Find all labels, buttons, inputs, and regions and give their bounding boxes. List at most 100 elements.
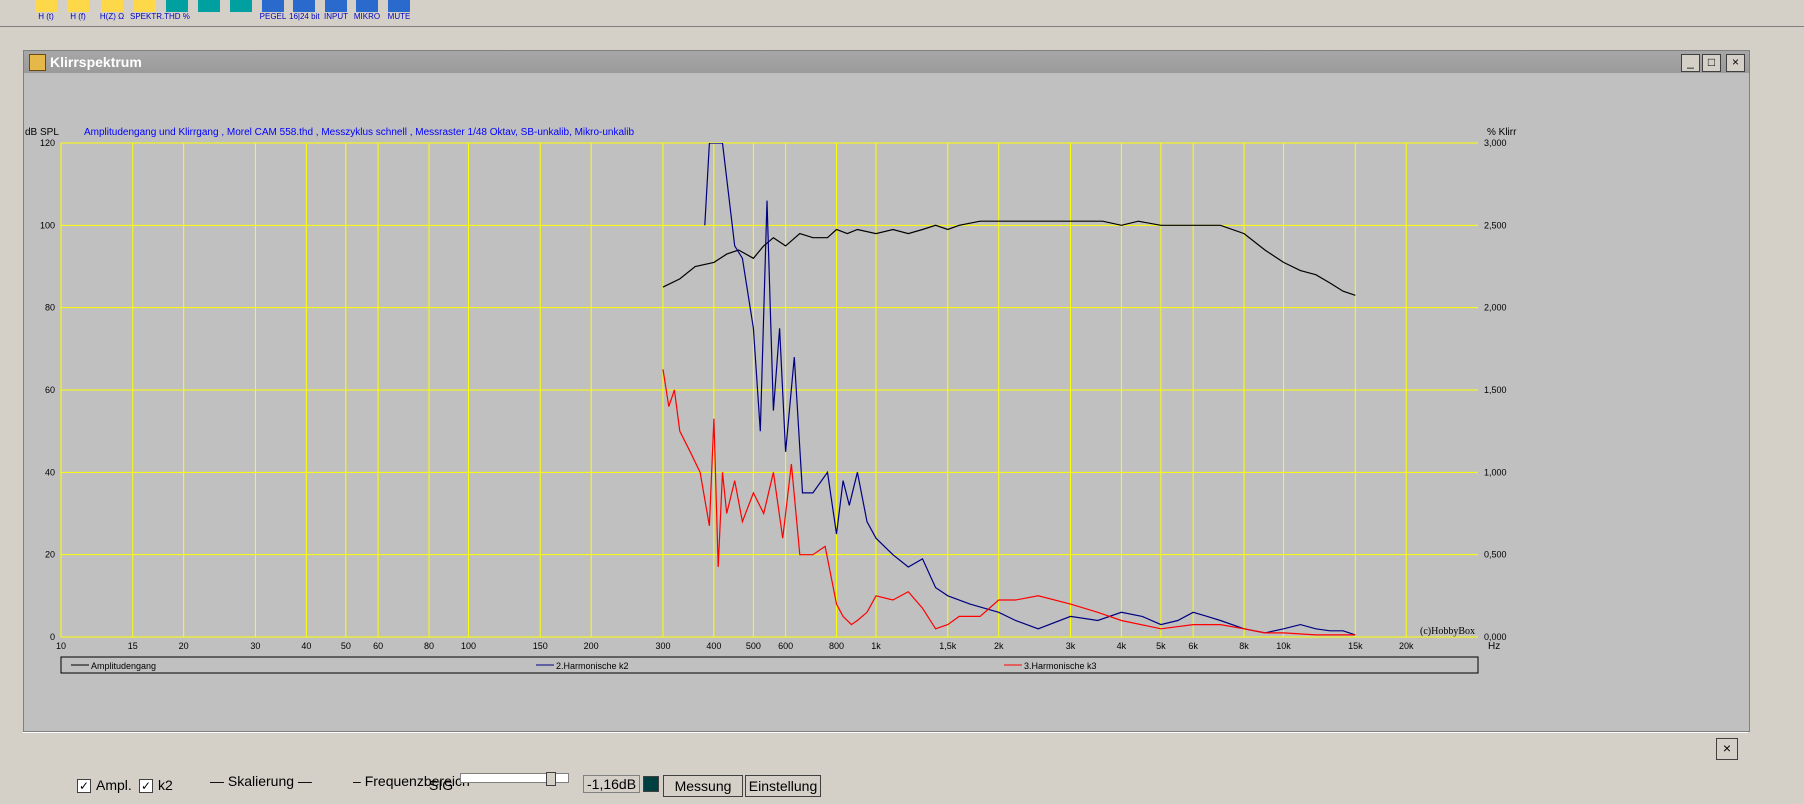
k2-label: k2 [158,777,173,793]
app-icon [29,54,46,71]
x-tick-label: 10k [1276,641,1291,651]
x-tick-label: 1k [871,641,881,651]
toolbar-meter-button[interactable] [194,0,224,22]
toolbar-spectrum-button[interactable]: SPEKTR. [130,0,165,22]
toolbar-label: PEGEL [259,12,287,21]
x-tick-label: 100 [461,641,476,651]
chart-svg: dB SPL % Klirr Amplitudengang und Klirrgan… [24,73,1749,731]
y-tick-label: 60 [45,385,55,395]
bits-icon [293,0,315,12]
y2-tick-label: 1,000 [1484,467,1507,477]
ampl-label: Ampl. [96,777,132,793]
y2-tick-label: 2,500 [1484,220,1507,230]
y-tick-label: 20 [45,550,55,560]
control-panel: × ✓ Ampl. ✓ k2 — Skalierung — – Frequenz… [23,732,1748,804]
toolbar-microphone-button[interactable]: MIKRO [352,0,382,22]
impedance-icon [101,0,123,12]
y-tick-label: 0 [50,632,55,642]
toolbar-label: SPEKTR. [130,12,165,21]
toolbar-label: H (f) [70,12,86,21]
level-icon [262,0,284,12]
toolbar-label: 16|24 bit [289,12,320,21]
skalierung-group: — Skalierung — [210,773,312,789]
db-readout: -1,16dB [583,775,641,793]
x-tick-label: 1,5k [939,641,957,651]
x-tick-label: 800 [829,641,844,651]
toolbar-frequency-button[interactable]: H (f) [63,0,93,22]
x-tick-label: 300 [655,641,670,651]
skalierung-label: Skalierung [227,773,295,789]
x-tick-label: 20 [179,641,189,651]
x-tick-label: 200 [584,641,599,651]
y2-tick-label: 0,000 [1484,632,1507,642]
legend-label: 3.Harmonische k3 [1024,661,1097,671]
toolbar-thd-button[interactable]: THD % [162,0,192,22]
toolbar: H (t) H (f) H(Z) Ω SPEKTR. THD % PEGEL 16|24 b… [0,0,1804,27]
x-tick-label: 30 [250,641,260,651]
sig-label: SIG [429,777,454,793]
x-tick-label: 40 [301,641,311,651]
chart-title: Amplitudengang und Klirrgang , Morel CAM… [84,127,634,138]
k2-checkbox[interactable]: ✓ [139,779,153,793]
meter2-icon [230,0,252,12]
sig-slider[interactable] [460,772,569,786]
x-tick-label: 20k [1399,641,1414,651]
klirrspektrum-window: Klirrspektrum _ □ × dB SPL % Klirr Amplitu… [23,50,1750,732]
toolbar-level-button[interactable]: PEGEL [258,0,288,22]
x-tick-label: 15k [1348,641,1363,651]
mute-icon [388,0,410,12]
y-tick-label: 120 [40,138,55,148]
y2-tick-label: 0,500 [1484,550,1507,560]
x-tick-label: 600 [778,641,793,651]
frequency-icon [67,0,89,12]
einstellung-button[interactable]: Einstellung [745,775,821,797]
x-tick-label: 6k [1188,641,1198,651]
x-tick-label: 150 [533,641,548,651]
toolbar-label: INPUT [324,12,348,21]
x-tick-label: 15 [128,641,138,651]
sig-slider-thumb[interactable] [546,772,556,786]
x-tick-label: 5k [1156,641,1166,651]
y2-tick-label: 2,000 [1484,303,1507,313]
toolbar-mute-button[interactable]: MUTE [384,0,414,22]
toolbar-label: H (t) [38,12,54,21]
microphone-icon [356,0,378,12]
close-button[interactable]: × [1726,54,1745,72]
toolbar-impedance-button[interactable]: H(Z) Ω [97,0,127,22]
y-axis-label: dB SPL [25,127,59,138]
toolbar-impulse-button[interactable]: H (t) [31,0,61,22]
y-tick-label: 40 [45,467,55,477]
toolbar-meter2-button[interactable] [226,0,256,22]
input-icon [325,0,347,12]
frequenz-label: Frequenzbereich [364,773,470,789]
x-tick-label: 400 [706,641,721,651]
thd-icon [166,0,188,12]
window-title: Klirrspektrum [50,54,142,70]
y2-axis-label: % Klirr [1487,127,1517,138]
led-indicator [643,776,659,792]
x-tick-label: 500 [746,641,761,651]
meter-icon [198,0,220,12]
x-tick-label: 2k [994,641,1004,651]
x-axis-label: Hz [1488,641,1500,652]
watermark: (c)HobbyBox [1420,626,1475,637]
x-tick-label: 60 [373,641,383,651]
legend-label: Amplitudengang [91,661,156,671]
close-panel-button[interactable]: × [1716,738,1738,760]
impulse-icon [35,0,57,12]
x-tick-label: 8k [1239,641,1249,651]
y2-tick-label: 1,500 [1484,385,1507,395]
toolbar-bits-button[interactable]: 16|24 bit [289,0,320,22]
toolbar-label: THD % [164,12,190,21]
ampl-checkbox[interactable]: ✓ [77,779,91,793]
minimize-button[interactable]: _ [1681,54,1700,72]
y2-tick-label: 3,000 [1484,138,1507,148]
toolbar-input-button[interactable]: INPUT [321,0,351,22]
spectrum-icon [134,0,156,12]
maximize-button[interactable]: □ [1702,54,1721,72]
window-titlebar[interactable]: Klirrspektrum _ □ × [24,51,1749,73]
toolbar-label: MIKRO [353,12,381,21]
x-tick-label: 4k [1117,641,1127,651]
y-tick-label: 100 [40,220,55,230]
messung-button[interactable]: Messung [663,775,743,797]
